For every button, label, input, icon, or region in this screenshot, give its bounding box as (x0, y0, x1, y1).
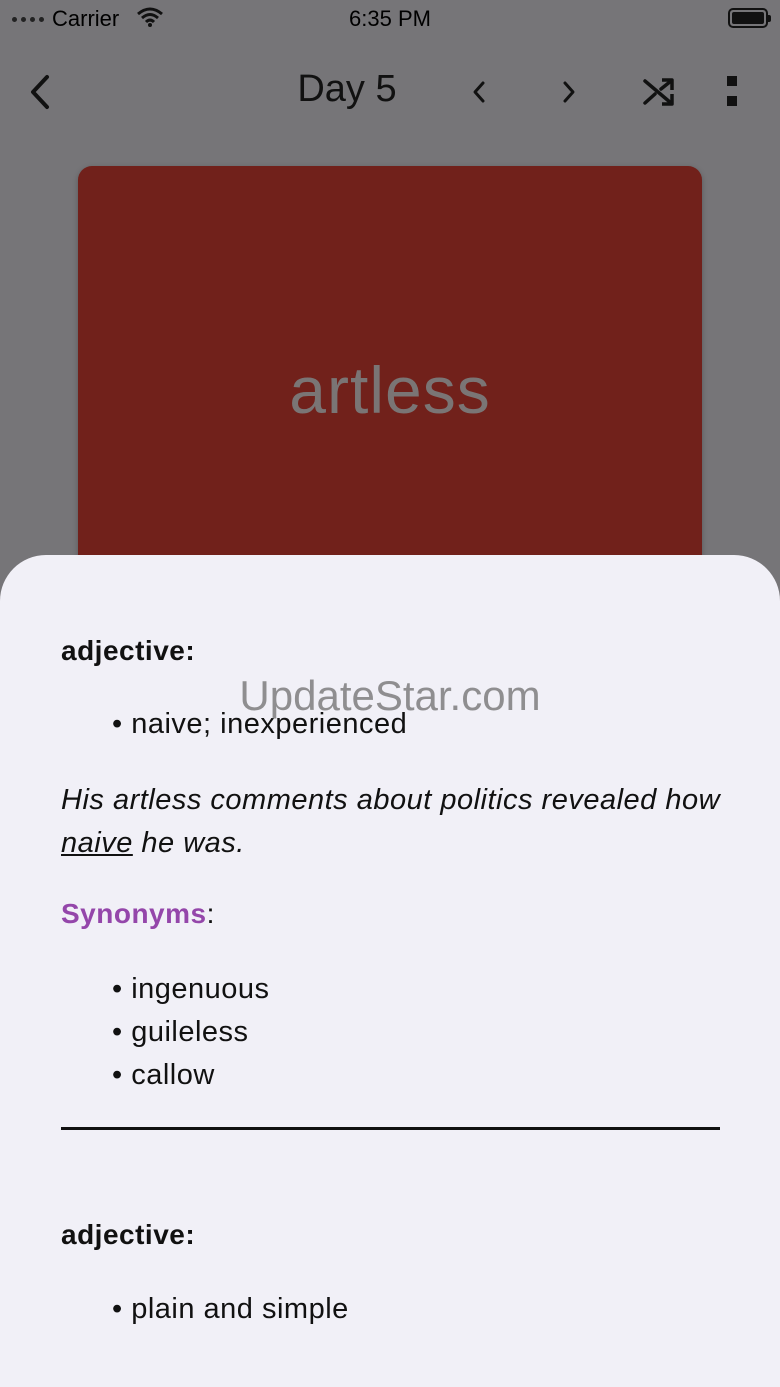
synonyms-label: Synonyms (61, 898, 207, 929)
example-text: His artless comments about politics reve… (61, 784, 721, 816)
meaning-item: naive; inexperienced (112, 708, 407, 741)
more-options-button[interactable] (710, 70, 754, 114)
example-highlight: naive (61, 827, 133, 859)
example-sentence: His artless comments about politics reve… (61, 779, 741, 865)
meaning-item: plain and simple (112, 1293, 349, 1326)
flashcard[interactable]: artless (78, 166, 702, 586)
back-chevron-icon (31, 75, 49, 109)
synonym-item: ingenuous (112, 973, 270, 1006)
shuffle-icon (643, 78, 674, 106)
status-bar: Carrier 6:35 PM (0, 0, 780, 40)
synonym-item: callow (112, 1059, 215, 1092)
status-time: 6:35 PM (349, 6, 431, 31)
part-of-speech: adjective: (61, 635, 196, 666)
navigation-bar: Day 5 (0, 50, 780, 132)
prev-chevron-icon (473, 81, 485, 103)
back-button[interactable] (18, 70, 62, 114)
synonym-item: guileless (112, 1016, 249, 1049)
synonyms-colon: : (206, 898, 215, 929)
more-vertical-icon (727, 76, 737, 106)
shuffle-button[interactable] (637, 70, 681, 114)
card-word: artless (289, 353, 491, 427)
synonyms-heading: Synonyms: (61, 898, 214, 930)
previous-button[interactable] (457, 70, 501, 114)
page-title: Day 5 (297, 68, 397, 110)
part-of-speech: adjective: (61, 1219, 196, 1250)
example-text-end: he was. (132, 827, 245, 859)
battery-icon (728, 8, 771, 28)
next-chevron-icon (563, 81, 575, 103)
next-button[interactable] (547, 70, 591, 114)
section-divider (61, 1127, 720, 1130)
definition-sheet[interactable]: adjective: naive; inexperienced His artl… (0, 555, 780, 1387)
